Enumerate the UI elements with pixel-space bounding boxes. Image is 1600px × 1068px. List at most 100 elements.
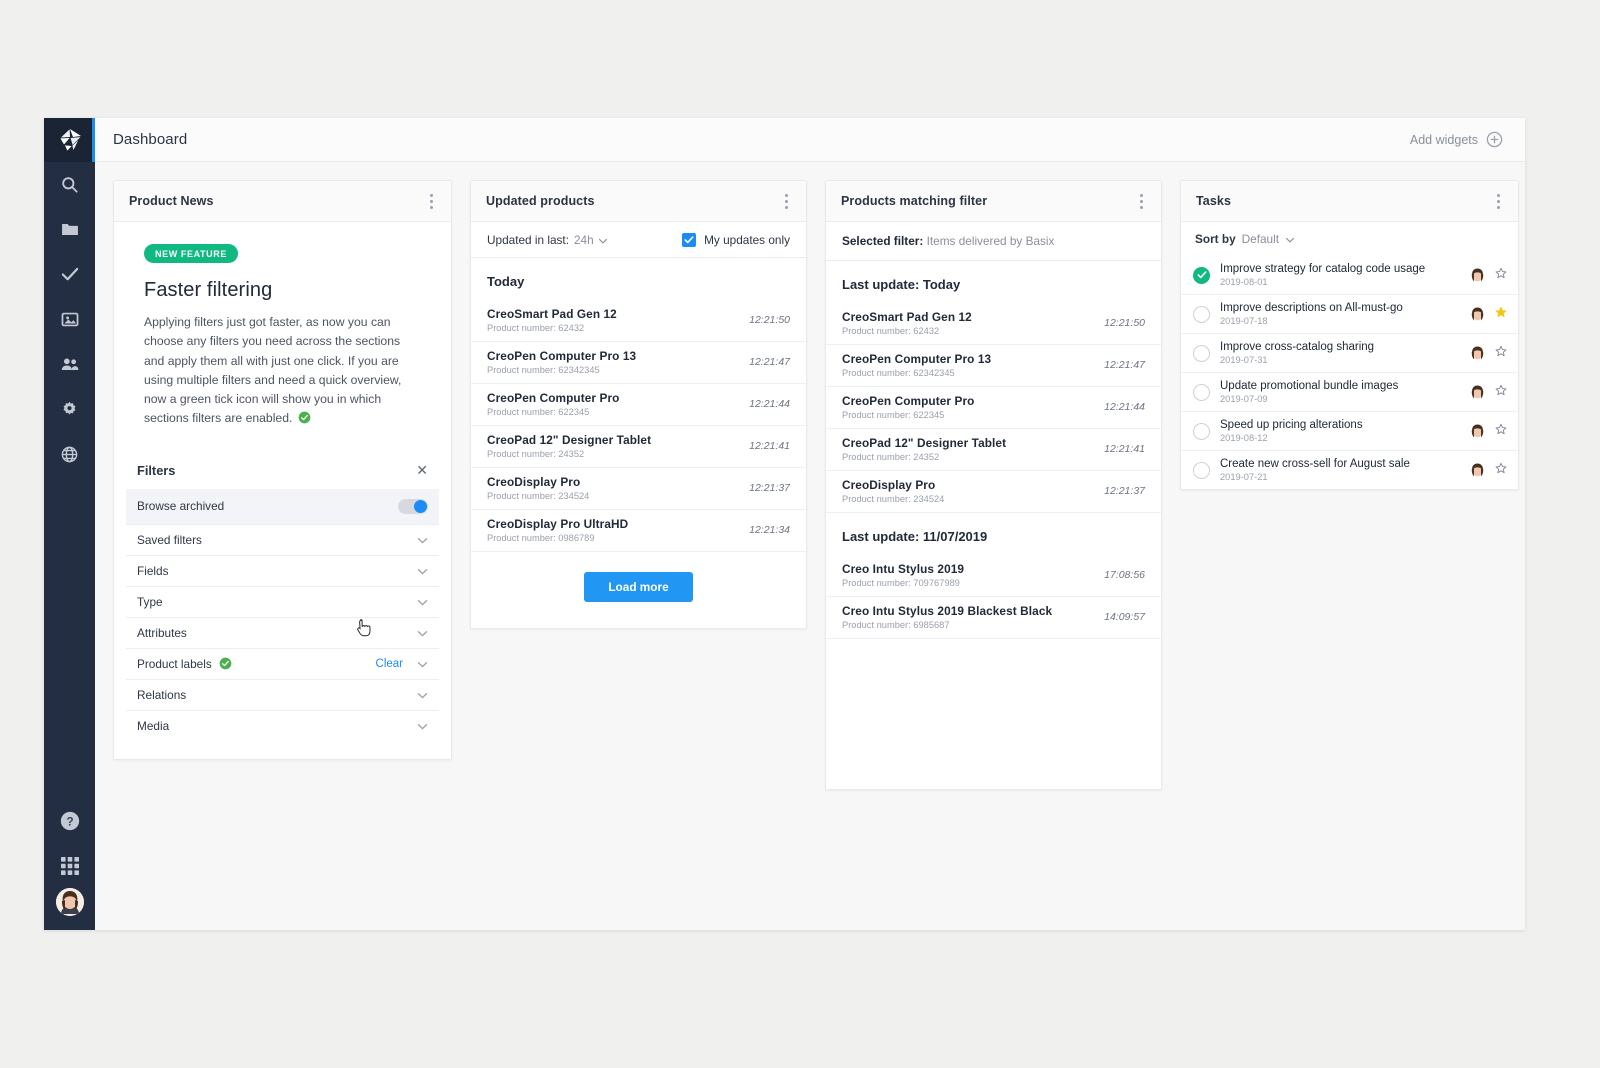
add-widgets-button[interactable]: Add widgets — [1410, 131, 1503, 148]
task-row[interactable]: Improve descriptions on All-must-go 2019-… — [1181, 295, 1518, 334]
list-item[interactable]: CreoDisplay Pro Product number: 234524 12… — [471, 468, 806, 510]
my-updates-only-checkbox[interactable]: My updates only — [682, 232, 790, 247]
search-icon — [62, 177, 78, 193]
chevron-down-icon — [417, 595, 428, 609]
updated-filter-bar: Updated in last: 24h My updates only — [471, 222, 806, 258]
widget-tasks: Tasks Sort by Default Improve strategy f… — [1180, 180, 1519, 490]
sidebar-item-apps[interactable] — [44, 843, 95, 888]
product-number: Product number: 62432 — [487, 323, 585, 333]
product-name: CreoSmart Pad Gen 12 — [487, 307, 617, 321]
product-number: Product number: 622345 — [487, 407, 590, 417]
star-outline-icon[interactable] — [1495, 266, 1507, 284]
widget-product-news: Product News NEW FEATURE Faster filterin… — [113, 180, 452, 760]
kebab-menu-icon[interactable] — [1132, 190, 1150, 212]
kebab-menu-icon[interactable] — [1489, 190, 1507, 212]
product-number: Product number: 62342345 — [842, 368, 955, 378]
kebab-menu-icon[interactable] — [422, 190, 440, 212]
filter-label: Attributes — [137, 625, 187, 640]
task-row[interactable]: Improve cross-catalog sharing 2019-07-31 — [1181, 334, 1518, 373]
list-item[interactable]: CreoDisplay Pro Product number: 234524 12… — [826, 471, 1161, 513]
list-item[interactable]: CreoSmart Pad Gen 12 Product number: 6243… — [826, 303, 1161, 345]
star-filled-icon[interactable] — [1495, 305, 1507, 323]
sidebar-user-avatar[interactable] — [55, 888, 84, 916]
product-time: 12:21:50 — [1104, 317, 1145, 329]
widget-header: Updated products — [471, 181, 806, 222]
filter-row-media[interactable]: Media — [126, 709, 439, 741]
filters-title: Filters — [137, 462, 176, 478]
list-item[interactable]: Creo Intu Stylus 2019 Product number: 709… — [826, 555, 1161, 597]
star-outline-icon[interactable] — [1495, 344, 1507, 362]
updated-in-last-label: Updated in last: — [487, 232, 569, 247]
task-row[interactable]: Improve strategy for catalog code usage 2… — [1181, 256, 1518, 295]
top-bar: Dashboard Add widgets — [95, 118, 1525, 162]
star-outline-icon[interactable] — [1495, 461, 1507, 479]
list-item[interactable]: CreoPad 12" Designer Tablet Product numbe… — [826, 429, 1161, 471]
sidebar-item-portal[interactable] — [44, 432, 95, 477]
filter-row-type[interactable]: Type — [126, 585, 439, 617]
filter-row-saved-filters[interactable]: Saved filters — [126, 523, 439, 555]
task-checkbox[interactable] — [1193, 461, 1210, 479]
chevron-down-icon — [417, 657, 428, 671]
chevron-down-icon — [417, 719, 428, 733]
my-updates-only-label: My updates only — [704, 232, 790, 247]
product-time: 17:08:56 — [1104, 569, 1145, 581]
task-date: 2019-08-12 — [1220, 433, 1268, 443]
sort-by-value[interactable]: Default — [1242, 232, 1279, 246]
sidebar-item-users[interactable] — [44, 342, 95, 387]
widget-header: Product News — [114, 181, 451, 222]
filter-row-browse-archived[interactable]: Browse archived — [126, 488, 439, 524]
task-checkbox[interactable] — [1193, 305, 1210, 323]
task-row[interactable]: Update promotional bundle images 2019-07-… — [1181, 373, 1518, 412]
chevron-down-icon[interactable] — [1285, 232, 1295, 246]
panel-padding — [826, 639, 1161, 789]
list-item[interactable]: CreoSmart Pad Gen 12 Product number: 6243… — [471, 300, 806, 342]
list-item[interactable]: CreoPen Computer Pro Product number: 6223… — [471, 384, 806, 426]
filter-row-relations[interactable]: Relations — [126, 678, 439, 710]
browse-archived-toggle[interactable] — [398, 498, 428, 514]
task-checkbox-done[interactable] — [1193, 266, 1210, 284]
product-name: CreoPen Computer Pro — [487, 391, 620, 405]
list-item[interactable]: CreoPen Computer Pro Product number: 6223… — [826, 387, 1161, 429]
updated-in-last-value[interactable]: 24h — [574, 233, 594, 247]
filter-row-product-labels[interactable]: Product labels Clear — [126, 647, 439, 679]
list-item[interactable]: Creo Intu Stylus 2019 Blackest Black Prod… — [826, 597, 1161, 639]
product-name: Creo Intu Stylus 2019 Blackest Black — [842, 604, 1053, 618]
product-name: CreoPen Computer Pro 13 — [487, 349, 637, 363]
filter-row-attributes[interactable]: Attributes — [126, 616, 439, 648]
task-row[interactable]: Create new cross-sell for August sale 201… — [1181, 451, 1518, 489]
group-title-today: Today — [487, 274, 525, 289]
sidebar-item-settings[interactable] — [44, 387, 95, 432]
sidebar-item-media[interactable] — [44, 297, 95, 342]
close-icon[interactable]: ✕ — [416, 463, 428, 477]
task-checkbox[interactable] — [1193, 344, 1210, 362]
widget-title: Product News — [129, 194, 214, 208]
sidebar-item-tasks[interactable] — [44, 252, 95, 297]
star-outline-icon[interactable] — [1495, 422, 1507, 440]
task-checkbox[interactable] — [1193, 383, 1210, 401]
sidebar-item-search[interactable] — [44, 162, 95, 207]
list-item[interactable]: CreoPen Computer Pro 13 Product number: 6… — [471, 342, 806, 384]
status-badge: NEW FEATURE — [144, 244, 238, 263]
app-logo[interactable] — [44, 118, 95, 162]
product-name: CreoPen Computer Pro — [842, 394, 975, 408]
load-more-wrap: Load more — [471, 552, 806, 628]
star-outline-icon[interactable] — [1495, 383, 1507, 401]
load-more-button[interactable]: Load more — [584, 572, 693, 602]
task-checkbox[interactable] — [1193, 422, 1210, 440]
product-number: Product number: 6985687 — [842, 620, 950, 630]
question-circle-icon: ? — [60, 811, 79, 830]
list-item[interactable]: CreoDisplay Pro UltraHD Product number: 0… — [471, 510, 806, 552]
chevron-down-icon — [417, 626, 428, 640]
task-date: 2019-07-31 — [1220, 355, 1268, 365]
filter-row-fields[interactable]: Fields — [126, 554, 439, 586]
sidebar: ? — [44, 118, 95, 930]
task-row[interactable]: Speed up pricing alterations 2019-08-12 — [1181, 412, 1518, 451]
chevron-down-icon[interactable] — [598, 233, 608, 247]
sidebar-item-folder[interactable] — [44, 207, 95, 252]
list-item[interactable]: CreoPad 12" Designer Tablet Product numbe… — [471, 426, 806, 468]
task-title: Create new cross-sell for August sale — [1220, 458, 1410, 470]
list-item[interactable]: CreoPen Computer Pro 13 Product number: 6… — [826, 345, 1161, 387]
clear-filter-link[interactable]: Clear — [376, 658, 403, 670]
sidebar-item-help[interactable]: ? — [44, 798, 95, 843]
kebab-menu-icon[interactable] — [777, 190, 795, 212]
